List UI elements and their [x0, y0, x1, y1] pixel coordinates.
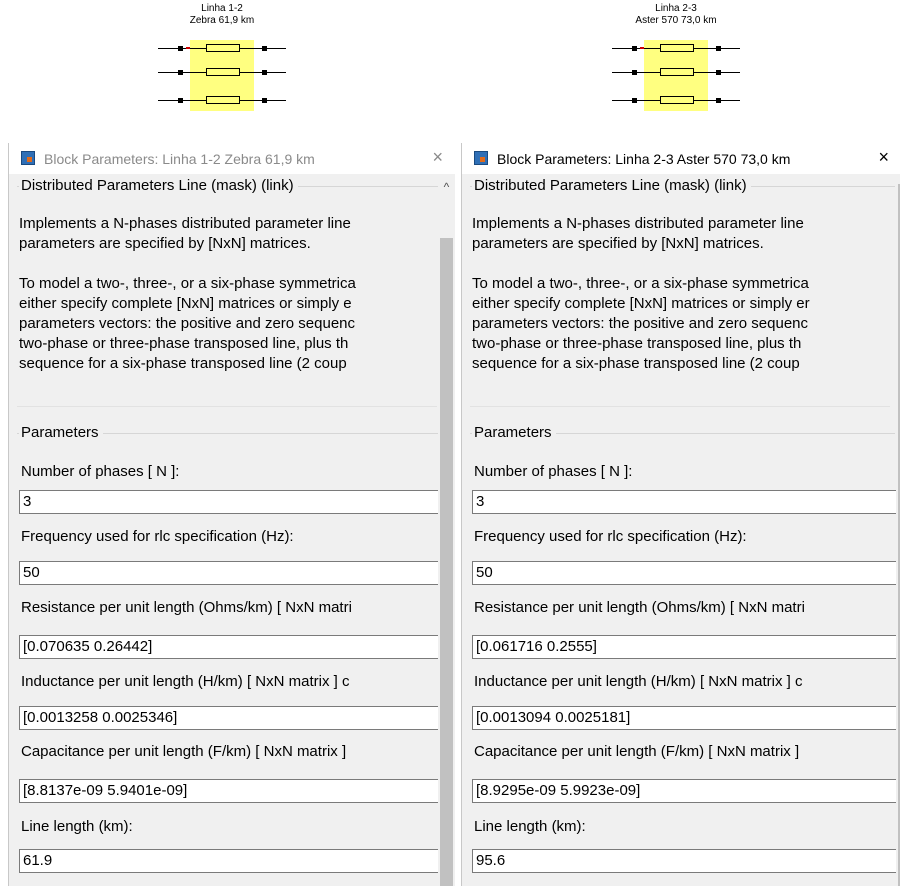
dialog-title: Block Parameters: Linha 2-3 Aster 570 73…	[497, 151, 791, 167]
phase-marker	[640, 47, 644, 49]
frequency-label: Frequency used for rlc specification (Hz…	[474, 528, 747, 545]
vertical-scrollbar[interactable]	[896, 176, 900, 886]
description-line: two-phase or three-phase transposed line…	[19, 335, 349, 352]
description-line: two-phase or three-phase transposed line…	[472, 335, 802, 352]
resistance-label: Resistance per unit length (Ohms/km) [ N…	[21, 599, 352, 616]
description-line: parameters are specified by [NxN] matric…	[19, 235, 311, 252]
simulink-block-icon	[474, 151, 488, 165]
parameters-title: Parameters	[19, 424, 103, 442]
phase-marker	[186, 47, 190, 49]
vertical-scrollbar[interactable]: ^	[438, 176, 455, 886]
input-port[interactable]	[632, 69, 637, 75]
output-port[interactable]	[716, 97, 721, 103]
number-of-phases-label: Number of phases [ N ]:	[474, 463, 633, 480]
output-port[interactable]	[716, 69, 721, 75]
title-bar[interactable]: Block Parameters: Linha 1-2 Zebra 61,9 k…	[9, 143, 455, 174]
section-separator	[470, 406, 890, 407]
section-separator	[17, 406, 437, 407]
mask-title: Distributed Parameters Line (mask) (link…	[19, 177, 298, 195]
line-element	[206, 44, 240, 52]
capacitance-input[interactable]: [8.9295e-09 5.9923e-09]	[472, 779, 897, 803]
capacitance-label: Capacitance per unit length (F/km) [ NxN…	[474, 743, 800, 760]
block-name: Linha 1-2	[201, 3, 243, 14]
scrollbar-thumb[interactable]	[440, 238, 453, 886]
description-line: To model a two-, three-, or a six-phase …	[19, 275, 356, 292]
mask-description-group: Distributed Parameters Line (mask) (link…	[470, 177, 895, 195]
number-of-phases-input[interactable]: 3	[19, 490, 439, 514]
line-element	[660, 44, 694, 52]
block-spec: Zebra 61,9 km	[189, 15, 255, 26]
frequency-input[interactable]: 50	[19, 561, 439, 585]
block-parameters-dialog-linha-2-3: Block Parameters: Linha 2-3 Aster 570 73…	[461, 143, 900, 886]
parameters-group: Parameters	[470, 424, 895, 442]
inductance-label: Inductance per unit length (H/km) [ NxN …	[474, 673, 803, 690]
capacitance-input[interactable]: [8.8137e-09 5.9401e-09]	[19, 779, 439, 803]
description-line: Implements a N-phases distributed parame…	[19, 215, 351, 232]
parameters-title: Parameters	[472, 424, 556, 442]
output-port[interactable]	[262, 97, 267, 103]
description-line: either specify complete [NxN] matrices o…	[19, 295, 352, 312]
frequency-label: Frequency used for rlc specification (Hz…	[21, 528, 294, 545]
mask-description-group: Distributed Parameters Line (mask) (link…	[17, 177, 449, 195]
line-element	[206, 96, 240, 104]
mask-title: Distributed Parameters Line (mask) (link…	[472, 177, 751, 195]
description-line: sequence for a six-phase transposed line…	[19, 355, 347, 372]
line-length-label: Line length (km):	[21, 818, 133, 835]
line-element	[660, 96, 694, 104]
input-port[interactable]	[178, 45, 183, 51]
simulink-block-icon	[21, 151, 35, 165]
output-port[interactable]	[716, 45, 721, 51]
dialog-title: Block Parameters: Linha 1-2 Zebra 61,9 k…	[44, 151, 315, 167]
description-line: Implements a N-phases distributed parame…	[472, 215, 804, 232]
block-spec: Aster 570 73,0 km	[635, 15, 717, 26]
block-parameters-dialog-linha-1-2: Block Parameters: Linha 1-2 Zebra 61,9 k…	[8, 143, 455, 886]
output-port[interactable]	[262, 45, 267, 51]
number-of-phases-label: Number of phases [ N ]:	[21, 463, 180, 480]
close-icon[interactable]: ×	[878, 147, 889, 167]
mask-description: Implements a N-phases distributed parame…	[19, 214, 356, 374]
close-icon[interactable]: ×	[432, 147, 443, 167]
block-label: Linha 2-3 Aster 570 73,0 km	[576, 3, 776, 27]
resistance-input[interactable]: [0.070635 0.26442]	[19, 635, 439, 659]
inductance-label: Inductance per unit length (H/km) [ NxN …	[21, 673, 350, 690]
line-block-linha-1-2[interactable]: Linha 1-2 Zebra 61,9 km	[122, 0, 322, 120]
title-bar[interactable]: Block Parameters: Linha 2-3 Aster 570 73…	[462, 143, 900, 174]
number-of-phases-input[interactable]: 3	[472, 490, 897, 514]
block-label: Linha 1-2 Zebra 61,9 km	[122, 3, 322, 27]
resistance-label: Resistance per unit length (Ohms/km) [ N…	[474, 599, 805, 616]
line-element	[206, 68, 240, 76]
resistance-input[interactable]: [0.061716 0.2555]	[472, 635, 897, 659]
line-length-label: Line length (km):	[474, 818, 586, 835]
description-line: parameters are specified by [NxN] matric…	[472, 235, 764, 252]
capacitance-label: Capacitance per unit length (F/km) [ NxN…	[21, 743, 347, 760]
description-line: parameters vectors: the positive and zer…	[19, 315, 356, 332]
line-element	[660, 68, 694, 76]
description-line: sequence for a six-phase transposed line…	[472, 355, 800, 372]
input-port[interactable]	[632, 97, 637, 103]
line-length-input[interactable]: 61.9	[19, 849, 439, 873]
mask-description: Implements a N-phases distributed parame…	[472, 214, 810, 374]
input-port[interactable]	[178, 69, 183, 75]
description-blank	[472, 254, 810, 274]
inductance-input[interactable]: [0.0013258 0.0025346]	[19, 706, 439, 730]
input-port[interactable]	[178, 97, 183, 103]
description-line: parameters vectors: the positive and zer…	[472, 315, 809, 332]
description-line: either specify complete [NxN] matrices o…	[472, 295, 810, 312]
line-length-input[interactable]: 95.6	[472, 849, 897, 873]
output-port[interactable]	[262, 69, 267, 75]
description-line: To model a two-, three-, or a six-phase …	[472, 275, 809, 292]
scroll-up-arrow-icon[interactable]: ^	[438, 180, 455, 194]
inductance-input[interactable]: [0.0013094 0.0025181]	[472, 706, 897, 730]
description-blank	[19, 254, 356, 274]
frequency-input[interactable]: 50	[472, 561, 897, 585]
input-port[interactable]	[632, 45, 637, 51]
parameters-group: Parameters	[17, 424, 449, 442]
block-name: Linha 2-3	[655, 3, 697, 14]
line-block-linha-2-3[interactable]: Linha 2-3 Aster 570 73,0 km	[576, 0, 776, 120]
